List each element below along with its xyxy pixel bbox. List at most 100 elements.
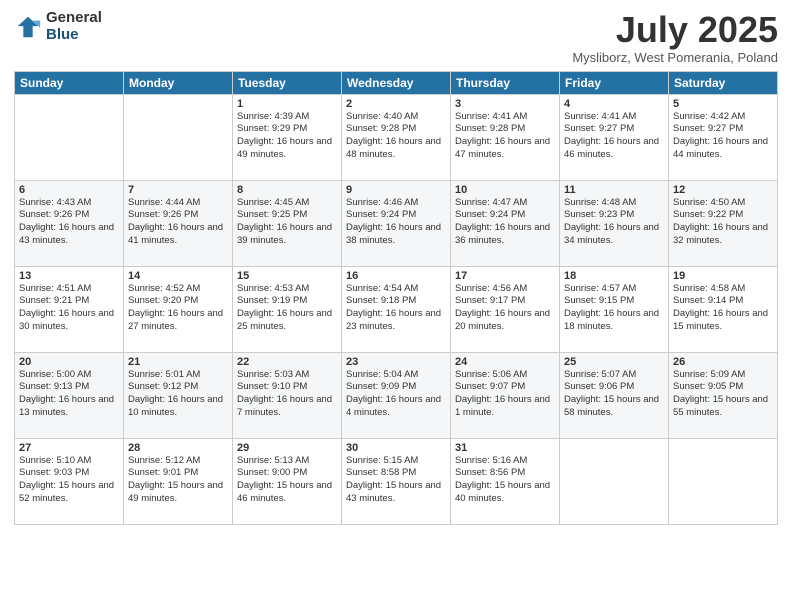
day-number: 14 bbox=[128, 270, 228, 282]
calendar-table: Sunday Monday Tuesday Wednesday Thursday… bbox=[14, 71, 778, 525]
table-row bbox=[124, 94, 233, 180]
day-number: 21 bbox=[128, 356, 228, 368]
day-detail: Sunrise: 5:04 AMSunset: 9:09 PMDaylight:… bbox=[346, 369, 446, 420]
table-row: 25Sunrise: 5:07 AMSunset: 9:06 PMDayligh… bbox=[560, 352, 669, 438]
table-row: 3Sunrise: 4:41 AMSunset: 9:28 PMDaylight… bbox=[451, 94, 560, 180]
table-row: 24Sunrise: 5:06 AMSunset: 9:07 PMDayligh… bbox=[451, 352, 560, 438]
location-subtitle: Mysliborz, West Pomerania, Poland bbox=[572, 50, 778, 65]
header-monday: Monday bbox=[124, 71, 233, 94]
logo-general-text: General bbox=[46, 10, 102, 27]
day-number: 25 bbox=[564, 356, 664, 368]
day-number: 3 bbox=[455, 98, 555, 110]
table-row: 17Sunrise: 4:56 AMSunset: 9:17 PMDayligh… bbox=[451, 266, 560, 352]
day-number: 7 bbox=[128, 184, 228, 196]
table-row bbox=[669, 438, 778, 524]
table-row: 20Sunrise: 5:00 AMSunset: 9:13 PMDayligh… bbox=[15, 352, 124, 438]
day-detail: Sunrise: 4:45 AMSunset: 9:25 PMDaylight:… bbox=[237, 197, 337, 248]
day-number: 26 bbox=[673, 356, 773, 368]
day-detail: Sunrise: 4:58 AMSunset: 9:14 PMDaylight:… bbox=[673, 283, 773, 334]
day-detail: Sunrise: 5:10 AMSunset: 9:03 PMDaylight:… bbox=[19, 455, 119, 506]
week-row-5: 27Sunrise: 5:10 AMSunset: 9:03 PMDayligh… bbox=[15, 438, 778, 524]
day-detail: Sunrise: 4:41 AMSunset: 9:27 PMDaylight:… bbox=[564, 111, 664, 162]
day-detail: Sunrise: 4:56 AMSunset: 9:17 PMDaylight:… bbox=[455, 283, 555, 334]
header-saturday: Saturday bbox=[669, 71, 778, 94]
table-row: 22Sunrise: 5:03 AMSunset: 9:10 PMDayligh… bbox=[233, 352, 342, 438]
header-wednesday: Wednesday bbox=[342, 71, 451, 94]
day-number: 31 bbox=[455, 442, 555, 454]
header-friday: Friday bbox=[560, 71, 669, 94]
day-detail: Sunrise: 4:54 AMSunset: 9:18 PMDaylight:… bbox=[346, 283, 446, 334]
day-detail: Sunrise: 4:48 AMSunset: 9:23 PMDaylight:… bbox=[564, 197, 664, 248]
week-row-2: 6Sunrise: 4:43 AMSunset: 9:26 PMDaylight… bbox=[15, 180, 778, 266]
header-tuesday: Tuesday bbox=[233, 71, 342, 94]
day-number: 2 bbox=[346, 98, 446, 110]
logo-blue-text: Blue bbox=[46, 27, 102, 44]
day-detail: Sunrise: 5:07 AMSunset: 9:06 PMDaylight:… bbox=[564, 369, 664, 420]
table-row: 31Sunrise: 5:16 AMSunset: 8:56 PMDayligh… bbox=[451, 438, 560, 524]
table-row: 4Sunrise: 4:41 AMSunset: 9:27 PMDaylight… bbox=[560, 94, 669, 180]
page: General Blue July 2025 Mysliborz, West P… bbox=[0, 0, 792, 612]
table-row: 21Sunrise: 5:01 AMSunset: 9:12 PMDayligh… bbox=[124, 352, 233, 438]
table-row bbox=[560, 438, 669, 524]
day-number: 4 bbox=[564, 98, 664, 110]
table-row bbox=[15, 94, 124, 180]
table-row: 11Sunrise: 4:48 AMSunset: 9:23 PMDayligh… bbox=[560, 180, 669, 266]
table-row: 27Sunrise: 5:10 AMSunset: 9:03 PMDayligh… bbox=[15, 438, 124, 524]
day-number: 12 bbox=[673, 184, 773, 196]
day-detail: Sunrise: 4:42 AMSunset: 9:27 PMDaylight:… bbox=[673, 111, 773, 162]
day-detail: Sunrise: 4:43 AMSunset: 9:26 PMDaylight:… bbox=[19, 197, 119, 248]
table-row: 19Sunrise: 4:58 AMSunset: 9:14 PMDayligh… bbox=[669, 266, 778, 352]
day-number: 27 bbox=[19, 442, 119, 454]
header-sunday: Sunday bbox=[15, 71, 124, 94]
table-row: 1Sunrise: 4:39 AMSunset: 9:29 PMDaylight… bbox=[233, 94, 342, 180]
day-number: 28 bbox=[128, 442, 228, 454]
table-row: 14Sunrise: 4:52 AMSunset: 9:20 PMDayligh… bbox=[124, 266, 233, 352]
day-detail: Sunrise: 4:52 AMSunset: 9:20 PMDaylight:… bbox=[128, 283, 228, 334]
day-detail: Sunrise: 4:51 AMSunset: 9:21 PMDaylight:… bbox=[19, 283, 119, 334]
day-detail: Sunrise: 5:03 AMSunset: 9:10 PMDaylight:… bbox=[237, 369, 337, 420]
weekday-header-row: Sunday Monday Tuesday Wednesday Thursday… bbox=[15, 71, 778, 94]
day-number: 22 bbox=[237, 356, 337, 368]
table-row: 2Sunrise: 4:40 AMSunset: 9:28 PMDaylight… bbox=[342, 94, 451, 180]
week-row-1: 1Sunrise: 4:39 AMSunset: 9:29 PMDaylight… bbox=[15, 94, 778, 180]
day-detail: Sunrise: 5:09 AMSunset: 9:05 PMDaylight:… bbox=[673, 369, 773, 420]
table-row: 15Sunrise: 4:53 AMSunset: 9:19 PMDayligh… bbox=[233, 266, 342, 352]
day-detail: Sunrise: 5:12 AMSunset: 9:01 PMDaylight:… bbox=[128, 455, 228, 506]
table-row: 10Sunrise: 4:47 AMSunset: 9:24 PMDayligh… bbox=[451, 180, 560, 266]
table-row: 16Sunrise: 4:54 AMSunset: 9:18 PMDayligh… bbox=[342, 266, 451, 352]
day-number: 20 bbox=[19, 356, 119, 368]
day-detail: Sunrise: 4:57 AMSunset: 9:15 PMDaylight:… bbox=[564, 283, 664, 334]
table-row: 5Sunrise: 4:42 AMSunset: 9:27 PMDaylight… bbox=[669, 94, 778, 180]
day-number: 5 bbox=[673, 98, 773, 110]
day-number: 10 bbox=[455, 184, 555, 196]
day-detail: Sunrise: 5:06 AMSunset: 9:07 PMDaylight:… bbox=[455, 369, 555, 420]
day-number: 1 bbox=[237, 98, 337, 110]
table-row: 26Sunrise: 5:09 AMSunset: 9:05 PMDayligh… bbox=[669, 352, 778, 438]
day-detail: Sunrise: 4:44 AMSunset: 9:26 PMDaylight:… bbox=[128, 197, 228, 248]
day-number: 8 bbox=[237, 184, 337, 196]
day-detail: Sunrise: 4:40 AMSunset: 9:28 PMDaylight:… bbox=[346, 111, 446, 162]
logo: General Blue bbox=[14, 10, 102, 43]
day-number: 6 bbox=[19, 184, 119, 196]
day-detail: Sunrise: 4:50 AMSunset: 9:22 PMDaylight:… bbox=[673, 197, 773, 248]
day-detail: Sunrise: 4:46 AMSunset: 9:24 PMDaylight:… bbox=[346, 197, 446, 248]
logo-icon bbox=[14, 13, 42, 41]
table-row: 18Sunrise: 4:57 AMSunset: 9:15 PMDayligh… bbox=[560, 266, 669, 352]
day-number: 18 bbox=[564, 270, 664, 282]
table-row: 12Sunrise: 4:50 AMSunset: 9:22 PMDayligh… bbox=[669, 180, 778, 266]
logo-text: General Blue bbox=[46, 10, 102, 43]
day-number: 23 bbox=[346, 356, 446, 368]
table-row: 30Sunrise: 5:15 AMSunset: 8:58 PMDayligh… bbox=[342, 438, 451, 524]
day-number: 29 bbox=[237, 442, 337, 454]
table-row: 28Sunrise: 5:12 AMSunset: 9:01 PMDayligh… bbox=[124, 438, 233, 524]
week-row-4: 20Sunrise: 5:00 AMSunset: 9:13 PMDayligh… bbox=[15, 352, 778, 438]
day-detail: Sunrise: 4:39 AMSunset: 9:29 PMDaylight:… bbox=[237, 111, 337, 162]
table-row: 23Sunrise: 5:04 AMSunset: 9:09 PMDayligh… bbox=[342, 352, 451, 438]
table-row: 7Sunrise: 4:44 AMSunset: 9:26 PMDaylight… bbox=[124, 180, 233, 266]
day-number: 17 bbox=[455, 270, 555, 282]
day-detail: Sunrise: 5:01 AMSunset: 9:12 PMDaylight:… bbox=[128, 369, 228, 420]
day-detail: Sunrise: 5:13 AMSunset: 9:00 PMDaylight:… bbox=[237, 455, 337, 506]
day-number: 24 bbox=[455, 356, 555, 368]
day-detail: Sunrise: 5:16 AMSunset: 8:56 PMDaylight:… bbox=[455, 455, 555, 506]
day-detail: Sunrise: 5:00 AMSunset: 9:13 PMDaylight:… bbox=[19, 369, 119, 420]
